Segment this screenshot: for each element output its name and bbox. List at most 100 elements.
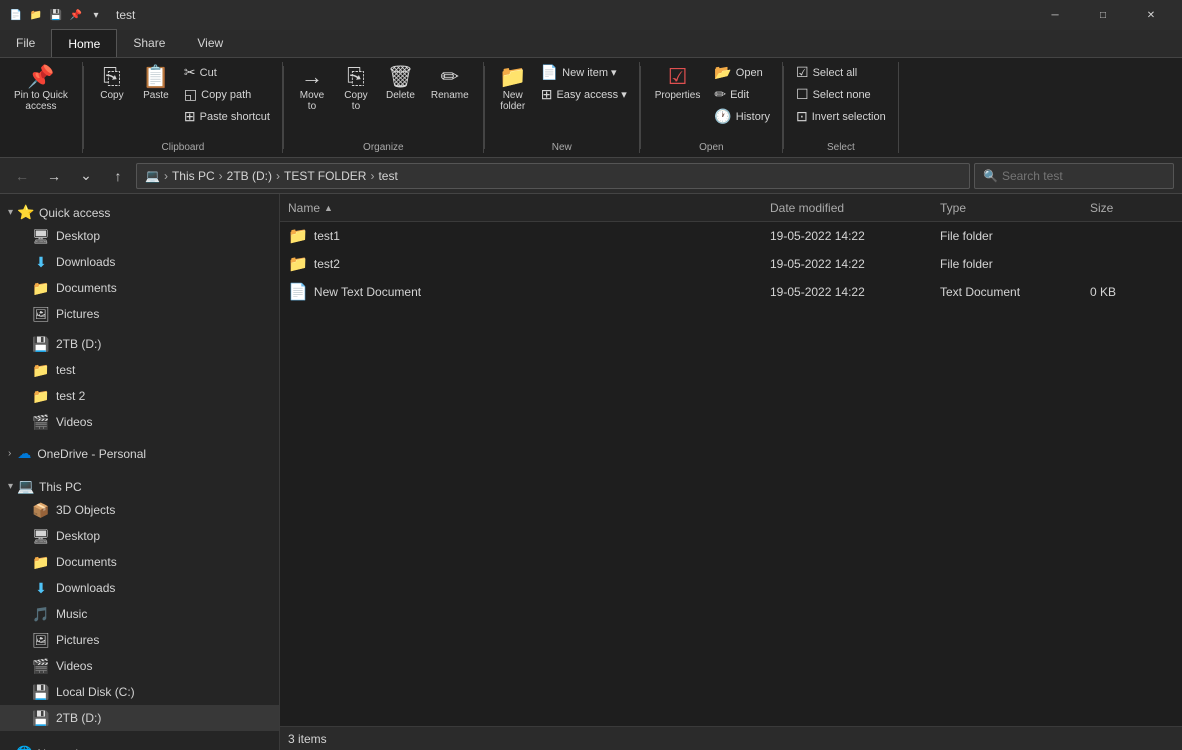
pin-to-quick-access-button[interactable]: 📌 Pin to Quickaccess xyxy=(8,62,74,116)
sidebar-item-documents-qa[interactable]: 📁 Documents 📌 xyxy=(0,275,279,301)
select-all-label: Select all xyxy=(813,67,858,79)
clipboard-label: Clipboard xyxy=(162,142,205,153)
new-folder-button[interactable]: 📁 Newfolder xyxy=(493,62,533,116)
copy-button[interactable]: ⎘ Copy xyxy=(92,62,132,105)
col-header-type[interactable]: Type xyxy=(932,194,1082,221)
quick-access-header[interactable]: ▾ ⭐ Quick access xyxy=(0,198,279,223)
invert-selection-button[interactable]: ⊡ Invert selection xyxy=(792,106,890,127)
sidebar-item-test2-qa[interactable]: 📁 test 2 xyxy=(0,383,279,409)
path-test-folder[interactable]: TEST FOLDER xyxy=(284,169,366,183)
col-header-size[interactable]: Size xyxy=(1082,194,1182,221)
sidebar-item-desktop-pc[interactable]: 🖥 Desktop xyxy=(0,523,279,549)
desktop-qa-label: Desktop xyxy=(56,229,253,243)
properties-button[interactable]: ☑ Properties xyxy=(649,62,707,105)
sidebar-item-pictures-qa[interactable]: 🖼 Pictures 📌 xyxy=(0,301,279,327)
up-button[interactable]: ↑ xyxy=(104,162,132,190)
quick-access-label: Quick access xyxy=(39,206,271,220)
sidebar-item-pictures-pc[interactable]: 🖼 Pictures xyxy=(0,627,279,653)
tab-home[interactable]: Home xyxy=(51,29,117,57)
network-header[interactable]: › 🌐 Network xyxy=(0,739,279,750)
ribbon-group-open: ☑ Properties 📂 Open ✏ Edit 🕐 History Ope… xyxy=(641,62,783,153)
sidebar-item-downloads-qa[interactable]: ⬇ Downloads 📌 xyxy=(0,249,279,275)
history-button[interactable]: 🕐 History xyxy=(710,106,774,127)
ribbon-clipboard-items: ⎘ Copy 📋 Paste ✂ Cut ◱ Copy path ⊞ Paste… xyxy=(92,62,274,140)
titlebar-save-icon[interactable]: 💾 xyxy=(48,7,64,23)
sidebar-item-test-qa[interactable]: 📁 test xyxy=(0,357,279,383)
file-row-new-text-doc[interactable]: 📄 New Text Document 19-05-2022 14:22 Tex… xyxy=(280,278,1182,306)
sidebar-item-3d-objects[interactable]: 📦 3D Objects xyxy=(0,497,279,523)
path-2tb[interactable]: 2TB (D:) xyxy=(227,169,272,183)
forward-button[interactable]: → xyxy=(40,162,68,190)
file-name-test2: 📁 test2 xyxy=(280,254,762,274)
delete-button[interactable]: 🗑 Delete xyxy=(380,62,421,105)
test-qa-label: test xyxy=(56,363,271,377)
edit-button[interactable]: ✏ Edit xyxy=(710,84,774,105)
path-this-pc[interactable]: This PC xyxy=(172,169,215,183)
recent-button[interactable]: ⌄ xyxy=(72,162,100,190)
path-test[interactable]: test xyxy=(378,169,397,183)
paste-button[interactable]: 📋 Paste xyxy=(136,62,176,105)
sidebar-item-videos-qa[interactable]: 🎬 Videos xyxy=(0,409,279,435)
file-name-new-text-doc: 📄 New Text Document xyxy=(280,282,762,302)
address-path[interactable]: 💻 › This PC › 2TB (D:) › TEST FOLDER › t… xyxy=(136,163,970,189)
paste-shortcut-button[interactable]: ⊞ Paste shortcut xyxy=(180,106,274,127)
titlebar-dropdown-icon[interactable]: ▾ xyxy=(88,7,104,23)
downloads-pc-label: Downloads xyxy=(56,581,271,595)
col-header-date[interactable]: Date modified xyxy=(762,194,932,221)
onedrive-arrow: › xyxy=(8,448,11,459)
titlebar-pin-icon[interactable]: 📌 xyxy=(68,7,84,23)
close-button[interactable]: ✕ xyxy=(1128,0,1174,30)
tab-share[interactable]: Share xyxy=(117,29,181,57)
search-box[interactable]: 🔍 xyxy=(974,163,1174,189)
select-all-button[interactable]: ☑ Select all xyxy=(792,62,890,83)
file-row-test2[interactable]: 📁 test2 19-05-2022 14:22 File folder xyxy=(280,250,1182,278)
sidebar-item-documents-pc[interactable]: 📁 Documents xyxy=(0,549,279,575)
copy-to-button[interactable]: ⎘ Copyto xyxy=(336,62,376,116)
titlebar-new-icon[interactable]: 📄 xyxy=(8,7,24,23)
move-to-button[interactable]: → Moveto xyxy=(292,62,332,116)
new-item-icon: 📄 xyxy=(541,64,558,81)
open-button[interactable]: 📂 Open xyxy=(710,62,774,83)
search-input[interactable] xyxy=(1002,169,1165,183)
sidebar-item-videos-pc[interactable]: 🎬 Videos xyxy=(0,653,279,679)
onedrive-header[interactable]: › ☁ OneDrive - Personal xyxy=(0,439,279,464)
2tb-d-qa-label: 2TB (D:) xyxy=(56,337,271,351)
onedrive-label: OneDrive - Personal xyxy=(37,447,271,461)
open-small-buttons: 📂 Open ✏ Edit 🕐 History xyxy=(710,62,774,127)
sidebar-item-2tb-d-pc[interactable]: 💾 2TB (D:) xyxy=(0,705,279,731)
easy-access-button[interactable]: ⊞ Easy access ▾ xyxy=(537,84,631,105)
new-label: New xyxy=(552,142,572,153)
titlebar-folder-icon[interactable]: 📁 xyxy=(28,7,44,23)
file-date-test2: 19-05-2022 14:22 xyxy=(762,257,932,271)
sidebar-item-2tb-d-qa[interactable]: 💾 2TB (D:) xyxy=(0,331,279,357)
network-label: Network xyxy=(37,747,271,750)
tab-view[interactable]: View xyxy=(181,29,239,57)
sidebar-item-desktop-qa[interactable]: 🖥 Desktop 📌 xyxy=(0,223,279,249)
rename-button[interactable]: ✏ Rename xyxy=(425,62,475,105)
copy-path-button[interactable]: ◱ Copy path xyxy=(180,84,274,105)
sidebar-item-music-pc[interactable]: 🎵 Music xyxy=(0,601,279,627)
folder-icon-test1: 📁 xyxy=(288,226,308,246)
move-to-icon: → xyxy=(301,66,323,88)
file-row-test1[interactable]: 📁 test1 19-05-2022 14:22 File folder xyxy=(280,222,1182,250)
invert-selection-label: Invert selection xyxy=(812,111,886,123)
cut-button[interactable]: ✂ Cut xyxy=(180,62,274,83)
select-none-button[interactable]: ☐ Select none xyxy=(792,84,890,105)
copy-to-label: Copyto xyxy=(344,90,367,112)
file-type-new-text-doc: Text Document xyxy=(932,285,1082,299)
this-pc-header[interactable]: ▾ 💻 This PC xyxy=(0,472,279,497)
select-none-icon: ☐ xyxy=(796,86,809,103)
window-title: test xyxy=(116,8,135,22)
col-header-name[interactable]: Name ▲ xyxy=(280,194,762,221)
documents-qa-icon: 📁 xyxy=(32,280,50,297)
pin-icon: 📌 xyxy=(27,66,54,88)
pictures-qa-label: Pictures xyxy=(56,307,253,321)
maximize-button[interactable]: □ xyxy=(1080,0,1126,30)
sidebar-item-local-disk-c[interactable]: 💾 Local Disk (C:) xyxy=(0,679,279,705)
back-button[interactable]: ← xyxy=(8,162,36,190)
sidebar-item-downloads-pc[interactable]: ⬇ Downloads xyxy=(0,575,279,601)
new-item-button[interactable]: 📄 New item ▾ xyxy=(537,62,631,83)
delete-label: Delete xyxy=(386,90,415,101)
minimize-button[interactable]: ─ xyxy=(1032,0,1078,30)
tab-file[interactable]: File xyxy=(0,29,51,57)
